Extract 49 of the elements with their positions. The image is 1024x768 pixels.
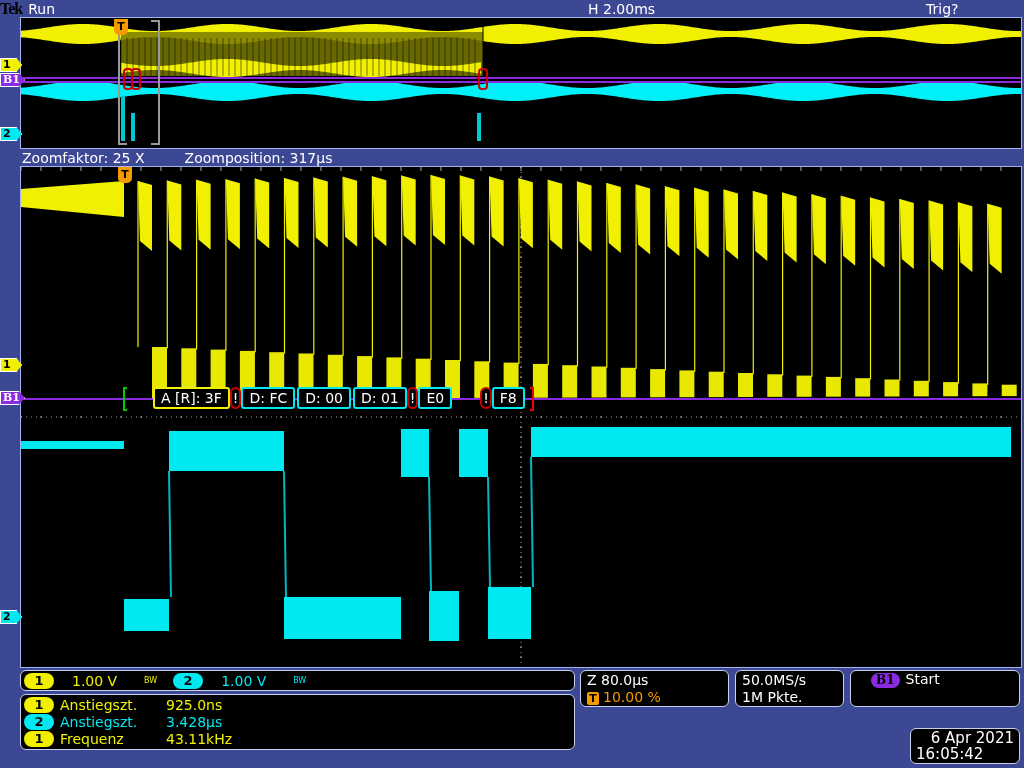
zoom-factor: Zoomfaktor: 25 X — [22, 149, 145, 166]
run-status: Run — [28, 0, 56, 17]
decoded-packet: E0 — [418, 387, 453, 409]
error-marker: ! — [480, 387, 492, 409]
zoom-position: Zoomposition: 317µs — [184, 149, 333, 166]
error-marker — [123, 68, 141, 90]
time: 16:05:42 — [916, 746, 985, 762]
channel-badge: 1 — [24, 696, 54, 713]
sample-rate: 50.0MS/s — [742, 671, 808, 689]
channel-marker[interactable]: B1 — [0, 73, 25, 87]
channel-badge: 1 — [24, 731, 54, 748]
trigger-status: Trig? — [926, 0, 959, 17]
channel-badge: 2 — [173, 672, 204, 689]
error-marker — [478, 68, 488, 90]
trigger-marker: T — [118, 167, 132, 183]
trigger-mode: Start — [905, 671, 940, 687]
trigger-marker: T — [114, 19, 128, 35]
measurement-value: 3.428µs — [166, 714, 223, 730]
bandwidth-limit: BW — [144, 676, 158, 685]
decoded-packet: A [R]: 3F — [153, 387, 230, 409]
horizontal-scale: H 2.00ms — [588, 0, 656, 17]
decoded-packet: D: 01 — [353, 387, 407, 409]
trigger-source: B1 — [871, 673, 900, 688]
channel-scale: 1.00 V — [72, 672, 119, 689]
channel-badge: 1 — [24, 672, 54, 689]
record-length: 1M Pkte. — [742, 688, 804, 706]
channel-badge: 2 — [24, 714, 54, 730]
channel-marker[interactable]: B1 — [0, 391, 25, 405]
trigger-position: 10.00 % — [603, 688, 661, 705]
channel-marker[interactable]: 2 — [0, 610, 22, 624]
measurement-value: 43.11kHz — [166, 731, 233, 748]
measurement-name: Anstiegszt. — [60, 696, 139, 713]
decoded-packet: D: 00 — [297, 387, 351, 409]
packet-end-bracket — [529, 387, 534, 411]
packet-start-bracket — [123, 387, 128, 411]
brand-logo: Tek — [0, 0, 23, 18]
zoom-scale: Z 80.0µs — [587, 671, 650, 689]
measurement-value: 925.0ns — [166, 696, 223, 713]
date: 6 Apr 2021 — [930, 730, 1014, 746]
bandwidth-limit: BW — [293, 676, 307, 685]
measurement-name: Anstiegszt. — [60, 714, 139, 730]
trigger-label: T — [587, 691, 599, 705]
decoded-packet: F8 — [491, 387, 525, 409]
channel-marker[interactable]: 2 — [0, 127, 22, 141]
channel-scale: 1.00 V — [221, 672, 268, 689]
channel-marker[interactable]: 1 — [0, 58, 22, 72]
decoded-packet: D: FC — [241, 387, 296, 409]
measurement-name: Frequenz — [60, 731, 125, 748]
channel-marker[interactable]: 1 — [0, 358, 22, 372]
